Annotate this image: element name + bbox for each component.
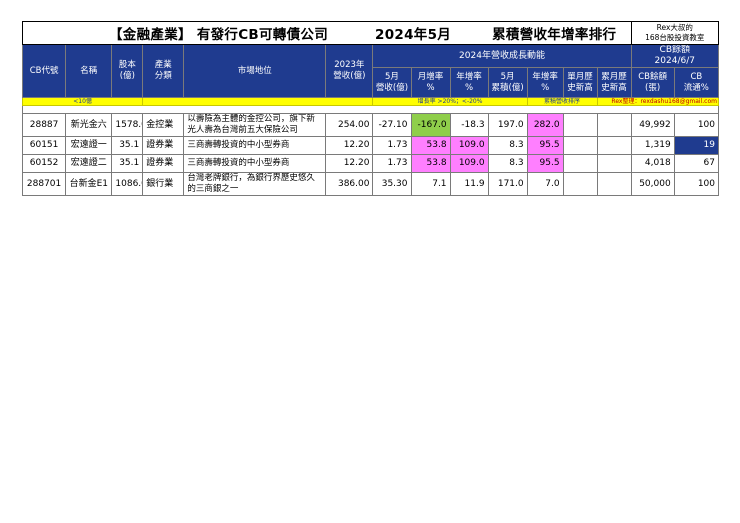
table-row: 288701 台新金E1 1086.0 銀行業 台灣老牌銀行，為銀行界歷史悠久的… (21, 172, 720, 196)
header-cb-balance: CB餘額 (張) (630, 67, 675, 98)
cell-may-cum: 171.0 (487, 172, 528, 196)
header-growth-group: 2024年營收成長動能 (372, 44, 632, 68)
header-position: 市場地位 (183, 44, 327, 98)
table-row: 28887 新光金六 1578.0 金控業 以壽險為主體的金控公司，旗下新光人壽… (21, 113, 720, 137)
cell-yoy: -18.3 (449, 113, 489, 137)
header-cb-group: CB餘額 2024/6/7 (630, 44, 720, 68)
cell-position: 三商壽轉投資的中小型券商 (183, 136, 327, 155)
cell-may-cum: 197.0 (487, 113, 528, 137)
cell-industry: 金控業 (142, 113, 185, 137)
cell-yoy: 11.9 (449, 172, 489, 196)
title-period: 2024年5月 (375, 27, 452, 43)
header-code: CB代號 (21, 44, 67, 98)
cell-name: 新光金六 (65, 113, 113, 137)
cell-mom: 53.8 (410, 136, 451, 155)
rex-brand-box: Rex大叔的 168台股投資教室 (630, 21, 720, 45)
cell-yoy: 109.0 (449, 154, 489, 173)
cell-may-rev: 35.30 (372, 172, 412, 196)
cell-cb-flow: 100 (673, 113, 720, 137)
cell-cum-yoy: 95.5 (526, 154, 564, 173)
cell-may-rev: -27.10 (372, 113, 412, 137)
header-name: 名稱 (65, 44, 113, 98)
cell-capital: 1578.0 (111, 113, 144, 137)
cell-mom: -167.0 (410, 113, 451, 137)
header-row-1: CB代號 名稱 股本 (億) 產業 分類 市場地位 2023年 營收(億) 20… (21, 44, 720, 98)
title-ranking: 累積營收年增率排行 (492, 27, 617, 43)
cell-mom: 53.8 (410, 154, 451, 173)
title-row: 【金融產業】 有發行CB可轉債公司 2024年5月 累積營收年增率排行 Rex大… (22, 21, 720, 45)
header-capital: 股本 (億) (111, 44, 144, 98)
header-rev2023: 2023年 營收(億) (325, 44, 374, 98)
cell-cb-balance: 50,000 (630, 172, 675, 196)
cell-yoy: 109.0 (449, 136, 489, 155)
cell-position: 以壽險為主體的金控公司，旗下新光人壽為台灣前五大保險公司 (183, 113, 327, 137)
ranking-table: 【金融產業】 有發行CB可轉債公司 2024年5月 累積營收年增率排行 Rex大… (21, 21, 720, 196)
cell-capital: 35.1 (111, 136, 144, 155)
page-title: 【金融產業】 有發行CB可轉債公司 2024年5月 累積營收年增率排行 (22, 21, 632, 45)
cell-industry: 銀行業 (142, 172, 185, 196)
table-row: 60152 宏遠證二 35.1 證券業 三商壽轉投資的中小型券商 12.20 1… (21, 154, 720, 173)
cell-code: 60152 (21, 154, 67, 173)
cell-cum-yoy: 7.0 (526, 172, 564, 196)
cell-industry: 證券業 (142, 136, 185, 155)
cell-cb-balance: 4,018 (630, 154, 675, 173)
header-industry: 產業 分類 (142, 44, 185, 98)
cell-single-high (562, 172, 598, 196)
title-subject: 有發行CB可轉債公司 (196, 27, 329, 43)
cell-cum-yoy: 282.0 (526, 113, 564, 137)
note-capital: <10億 (21, 97, 144, 106)
cell-rev2023: 12.20 (325, 136, 374, 155)
cell-code: 60151 (21, 136, 67, 155)
cell-single-high (562, 136, 598, 155)
header-cum-yoy: 年增率 % (526, 67, 564, 98)
cell-cum-high (596, 154, 632, 173)
cell-cum-yoy: 95.5 (526, 136, 564, 155)
title-sector: 【金融產業】 (109, 27, 192, 43)
cell-industry: 證券業 (142, 154, 185, 173)
cb-revenue-ranking-sheet: 【金融產業】 有發行CB可轉債公司 2024年5月 累積營收年增率排行 Rex大… (21, 21, 720, 196)
cell-capital: 1086.0 (111, 172, 144, 196)
cell-position: 三商壽轉投資的中小型券商 (183, 154, 327, 173)
header-mom: 月增率 % (410, 67, 451, 98)
cell-name: 宏遠證二 (65, 154, 113, 173)
cell-may-cum: 8.3 (487, 136, 528, 155)
rex-brand-line1: Rex大叔的 (656, 23, 693, 32)
cell-mom: 7.1 (410, 172, 451, 196)
cell-cum-high (596, 136, 632, 155)
cell-cb-balance: 49,992 (630, 113, 675, 137)
cell-cum-high (596, 172, 632, 196)
cell-cb-flow: 67 (673, 154, 720, 173)
cell-capital: 35.1 (111, 154, 144, 173)
cell-code: 28887 (21, 113, 67, 137)
table-row: 60151 宏遠證一 35.1 證券業 三商壽轉投資的中小型券商 12.20 1… (21, 136, 720, 155)
header-cum-high: 累月歷 史新高 (596, 67, 632, 98)
cell-position: 台灣老牌銀行，為銀行界歷史悠久的三商銀之一 (183, 172, 327, 196)
note-contact: Rex整理：rexdashu168@gmail.com (596, 97, 719, 106)
cell-cb-flow: 100 (673, 172, 720, 196)
rex-brand-line2: 168台股投資教室 (645, 33, 705, 42)
cell-rev2023: 12.20 (325, 154, 374, 173)
cell-name: 台新金E1 (65, 172, 113, 196)
cell-may-rev: 1.73 (372, 136, 412, 155)
header-single-high: 單月歷 史新高 (562, 67, 598, 98)
header-may-cum: 5月 累積(億) (487, 67, 528, 98)
header-yoy: 年增率 % (449, 67, 489, 98)
cell-single-high (562, 113, 598, 137)
note-cum: 累積營收排序 (526, 97, 598, 106)
header-may-rev: 5月 營收(億) (372, 67, 412, 98)
cell-may-rev: 1.73 (372, 154, 412, 173)
cell-cb-flow: 19 (673, 136, 720, 155)
cell-code: 288701 (21, 172, 67, 196)
cell-name: 宏遠證一 (65, 136, 113, 155)
cell-cum-high (596, 113, 632, 137)
cell-rev2023: 386.00 (325, 172, 374, 196)
legend-note-row: <10億 增長率 >20%；<-20% 累積營收排序 Rex整理：rexdash… (21, 97, 719, 106)
cell-single-high (562, 154, 598, 173)
cell-cb-balance: 1,319 (630, 136, 675, 155)
cell-may-cum: 8.3 (487, 154, 528, 173)
cell-rev2023: 254.00 (325, 113, 374, 137)
note-growth: 增長率 >20%；<-20% (372, 97, 528, 106)
header-cb-flow: CB 流通% (673, 67, 720, 98)
